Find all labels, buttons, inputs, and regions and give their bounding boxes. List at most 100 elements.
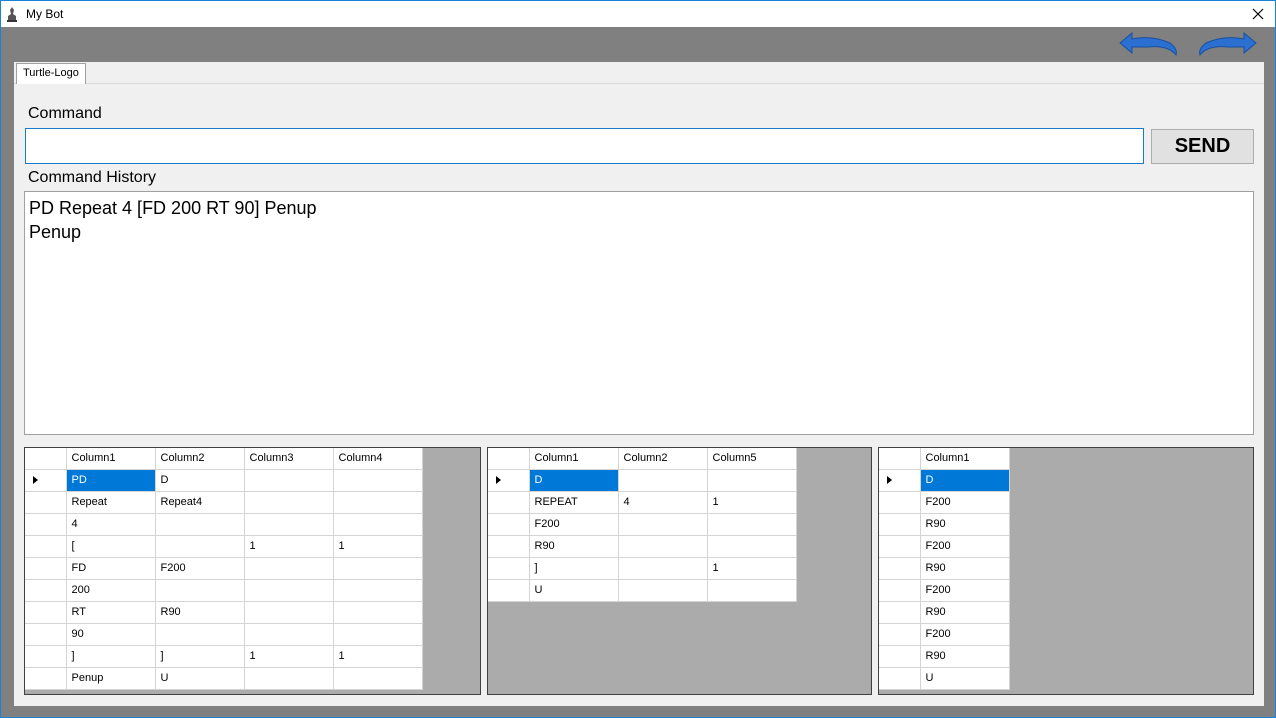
grid-cell[interactable]: F200 [920, 491, 1010, 514]
grid-cell[interactable]: R90 [920, 513, 1010, 536]
column-header[interactable]: Column3 [244, 448, 334, 470]
table-row[interactable]: U [488, 579, 797, 602]
column-header[interactable]: Column1 [66, 448, 156, 470]
grid-cell[interactable]: 1 [244, 535, 334, 558]
grid-cell[interactable]: [ [66, 535, 156, 558]
grid-cell[interactable]: ] [155, 645, 245, 668]
table-row[interactable]: D [488, 469, 797, 492]
row-header[interactable] [25, 513, 67, 536]
command-input[interactable] [25, 128, 1144, 164]
grid-cell[interactable]: R90 [920, 645, 1010, 668]
table-row[interactable]: [1 1 [25, 535, 423, 558]
table-row[interactable]: 90 [25, 623, 423, 646]
column-header[interactable]: Column2 [155, 448, 245, 470]
send-button[interactable]: SEND [1151, 129, 1254, 164]
grid-cell[interactable]: RT [66, 601, 156, 624]
grid-cell[interactable] [333, 557, 423, 580]
grid-cell[interactable] [333, 513, 423, 536]
grid-cell[interactable]: R90 [920, 557, 1010, 580]
row-header[interactable] [488, 535, 530, 558]
grid-cell[interactable]: 90 [66, 623, 156, 646]
grid-cell[interactable] [244, 557, 334, 580]
grid-cell[interactable]: 200 [66, 579, 156, 602]
grid-cell[interactable] [244, 579, 334, 602]
grid-corner-cell[interactable] [879, 448, 921, 470]
row-header[interactable] [488, 557, 530, 580]
grid-cell[interactable] [333, 491, 423, 514]
row-header[interactable] [879, 623, 921, 646]
table-row[interactable]: ]] 1 1 [25, 645, 423, 668]
back-arrow-icon[interactable] [1118, 31, 1180, 57]
grid-cell[interactable]: R90 [920, 601, 1010, 624]
grid-cell[interactable] [618, 557, 708, 580]
grid-cell[interactable] [244, 469, 334, 492]
column-header[interactable]: Column2 [618, 448, 708, 470]
column-header[interactable]: Column1 [529, 448, 619, 470]
table-row[interactable]: U [879, 667, 1010, 690]
row-header[interactable] [488, 469, 530, 492]
row-header[interactable] [25, 645, 67, 668]
forward-arrow-icon[interactable] [1196, 31, 1258, 57]
row-header[interactable] [25, 601, 67, 624]
row-header[interactable] [25, 535, 67, 558]
grid-cell[interactable] [155, 579, 245, 602]
table-row[interactable]: R90 [879, 645, 1010, 668]
column-header[interactable]: Column1 [920, 448, 1010, 470]
grid-cell[interactable]: REPEAT [529, 491, 619, 514]
grid-cell[interactable]: F200 [529, 513, 619, 536]
table-row[interactable]: ] 1 [488, 557, 797, 580]
grid-cell[interactable]: 1 [244, 645, 334, 668]
table-row[interactable]: FD F200 [25, 557, 423, 580]
grid-cell[interactable] [333, 601, 423, 624]
table-row[interactable]: R90 [879, 557, 1010, 580]
grid-cell[interactable]: U [920, 667, 1010, 690]
table-row[interactable]: Penup U [25, 667, 423, 690]
row-header[interactable] [25, 623, 67, 646]
grid-cell[interactable] [707, 513, 797, 536]
grid-cell[interactable]: R90 [529, 535, 619, 558]
grid-cell[interactable]: 1 [707, 491, 797, 514]
row-header[interactable] [25, 557, 67, 580]
table-row[interactable]: 200 [25, 579, 423, 602]
row-header[interactable] [879, 645, 921, 668]
row-header[interactable] [879, 535, 921, 558]
grid-cell[interactable] [333, 667, 423, 690]
grid-cell[interactable]: F200 [155, 557, 245, 580]
table-row[interactable]: F200 [488, 513, 797, 536]
row-header[interactable] [879, 491, 921, 514]
grid-cell[interactable] [244, 623, 334, 646]
row-header[interactable] [879, 667, 921, 690]
table-row[interactable]: RT R90 [25, 601, 423, 624]
grid-cell[interactable] [244, 601, 334, 624]
grid-cell[interactable]: R90 [155, 601, 245, 624]
grid-cell[interactable]: 1 [333, 535, 423, 558]
grid-cell[interactable] [618, 513, 708, 536]
row-header[interactable] [488, 491, 530, 514]
grid-corner-cell[interactable] [488, 448, 530, 470]
grid-cell[interactable]: F200 [920, 535, 1010, 558]
grid-cell[interactable] [618, 469, 708, 492]
grid-cell[interactable] [618, 579, 708, 602]
grid-cell[interactable] [333, 579, 423, 602]
column-header[interactable]: Column4 [333, 448, 423, 470]
table-row[interactable]: Repeat Repeat4 [25, 491, 423, 514]
grid-cell[interactable]: D [155, 469, 245, 492]
grid-cell[interactable]: Repeat [66, 491, 156, 514]
table-row[interactable]: R90 [879, 601, 1010, 624]
grid-cell[interactable]: FD [66, 557, 156, 580]
grid-cell[interactable]: U [155, 667, 245, 690]
grid-cell[interactable]: 4 [618, 491, 708, 514]
grid-cell[interactable]: 1 [333, 645, 423, 668]
row-header[interactable] [25, 491, 67, 514]
grid-cell[interactable] [707, 535, 797, 558]
grid-cell[interactable] [707, 469, 797, 492]
title-bar[interactable]: My Bot [1, 1, 1275, 27]
grid-cell[interactable] [618, 535, 708, 558]
table-row[interactable]: PD D [25, 469, 423, 492]
grid-cell[interactable]: 4 [66, 513, 156, 536]
grid-corner-cell[interactable] [25, 448, 67, 470]
tokens-grid[interactable]: Column1 Column2 Column3 Column4 PD D Repeat Rep… [24, 447, 481, 695]
row-header[interactable] [25, 469, 67, 492]
grid-cell[interactable] [155, 623, 245, 646]
grid-cell[interactable]: PD [66, 469, 156, 492]
